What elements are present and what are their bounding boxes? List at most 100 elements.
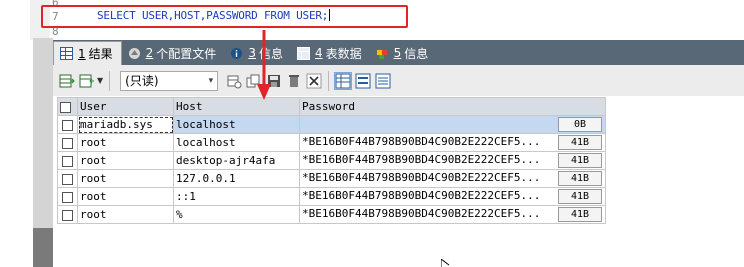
tab-results[interactable]: 1 结果	[53, 41, 122, 65]
cell-host[interactable]: ::1	[173, 187, 300, 206]
tab-number: 1	[78, 46, 86, 61]
table-row[interactable]: mariadb.sys localhost 0B	[57, 115, 606, 134]
mouse-cursor-icon	[441, 259, 450, 267]
delete-row-button[interactable]	[285, 72, 303, 90]
toolbar-separator	[328, 70, 330, 91]
result-tab-bar: 1 结果 2 个配置文件 3 信息 4 表数据 5 信息	[53, 40, 744, 65]
trash-icon	[289, 74, 300, 87]
tab-label: 结果	[88, 47, 113, 61]
cell-password[interactable]: *BE16B0F44B798B90BD4C90B2E222CEF5... 41B	[299, 187, 606, 206]
checkbox[interactable]	[62, 209, 73, 221]
export-button[interactable]	[58, 72, 76, 90]
password-value: *BE16B0F44B798B90BD4C90B2E222CEF5...	[302, 206, 541, 220]
grid-icon	[60, 47, 73, 60]
password-value: *BE16B0F44B798B90BD4C90B2E222CEF5...	[302, 188, 541, 202]
chevron-down-icon[interactable]: ▼	[97, 76, 103, 85]
cell-host[interactable]: desktop-ajr4afa	[173, 151, 300, 170]
row-checkbox-cell[interactable]	[57, 151, 78, 170]
close-icon	[306, 73, 322, 88]
import-icon	[79, 74, 94, 87]
cell-password[interactable]: *BE16B0F44B798B90BD4C90B2E222CEF5... 41B	[299, 133, 606, 152]
left-panel-edge-dark	[33, 228, 53, 267]
insert-row-button[interactable]	[225, 72, 243, 90]
cell-password[interactable]: *BE16B0F44B798B90BD4C90B2E222CEF5... 41B	[299, 151, 606, 170]
grid-view-icon	[335, 73, 351, 88]
password-value: *BE16B0F44B798B90BD4C90B2E222CEF5...	[302, 152, 541, 166]
cell-user[interactable]: root	[77, 151, 174, 170]
row-checkbox-cell[interactable]	[57, 187, 78, 206]
table-row[interactable]: root localhost *BE16B0F44B798B90BD4C90B2…	[57, 133, 606, 152]
text-view-button[interactable]	[374, 72, 392, 90]
password-value: *BE16B0F44B798B90BD4C90B2E222CEF5...	[302, 134, 541, 148]
tab-table-data[interactable]: 4 表数据	[291, 41, 370, 65]
cell-user[interactable]: mariadb.sys	[77, 115, 174, 134]
header-row: User Host Password	[57, 97, 606, 116]
size-badge[interactable]: 41B	[558, 153, 602, 168]
form-view-icon	[355, 73, 371, 88]
grid-view-button[interactable]	[334, 71, 353, 90]
cell-user[interactable]: root	[77, 187, 174, 206]
tab-profile[interactable]: 2 个配置文件	[122, 41, 225, 65]
checkbox[interactable]	[62, 155, 73, 167]
select-all-checkbox-cell[interactable]	[57, 97, 78, 116]
result-grid: User Host Password mariadb.sys localhost…	[53, 96, 744, 267]
insert-row-icon	[227, 75, 242, 88]
table-icon	[296, 46, 310, 60]
size-badge[interactable]: 41B	[558, 135, 602, 150]
result-table: User Host Password mariadb.sys localhost…	[57, 97, 606, 224]
table-row[interactable]: root 127.0.0.1 *BE16B0F44B798B90BD4C90B2…	[57, 169, 606, 188]
table-row[interactable]: root ::1 *BE16B0F44B798B90BD4C90B2E222CE…	[57, 187, 606, 206]
row-checkbox-cell[interactable]	[57, 133, 78, 152]
checkbox[interactable]	[62, 173, 73, 185]
size-badge[interactable]: 41B	[558, 171, 602, 186]
column-header-password[interactable]: Password	[299, 97, 606, 116]
cell-password[interactable]: *BE16B0F44B798B90BD4C90B2E222CEF5... 41B	[299, 169, 606, 188]
tab-label: 信息	[404, 46, 429, 61]
cell-user[interactable]: root	[77, 205, 174, 224]
tab-label: 表数据	[325, 46, 362, 61]
size-badge[interactable]: 41B	[558, 189, 602, 204]
cell-host[interactable]: %	[173, 205, 300, 224]
column-header-host[interactable]: Host	[173, 97, 300, 116]
column-header-user[interactable]: User	[77, 97, 174, 116]
checkbox[interactable]	[62, 119, 73, 131]
cancel-changes-button[interactable]	[305, 72, 323, 90]
checkbox[interactable]	[60, 101, 71, 113]
info-puzzle-icon	[376, 49, 387, 59]
size-badge[interactable]: 0B	[558, 117, 602, 132]
tab-info[interactable]: 5 信息	[370, 41, 437, 65]
cell-password[interactable]: *BE16B0F44B798B90BD4C90B2E222CEF5... 41B	[299, 205, 606, 224]
cell-password[interactable]: 0B	[299, 115, 606, 134]
cell-user[interactable]: root	[77, 133, 174, 152]
profile-icon	[128, 47, 140, 59]
tab-number: 5	[393, 46, 402, 60]
size-badge[interactable]: 41B	[558, 207, 602, 222]
form-view-button[interactable]	[354, 72, 372, 90]
checkbox[interactable]	[62, 137, 73, 149]
table-row[interactable]: root desktop-ajr4afa *BE16B0F44B798B90BD…	[57, 151, 606, 170]
toolbar-separator	[109, 70, 111, 91]
export-icon	[59, 74, 75, 87]
info-icon	[231, 47, 243, 59]
text-view-icon	[375, 73, 391, 88]
chevron-down-icon: ▾	[208, 75, 214, 86]
cell-user[interactable]: root	[77, 169, 174, 188]
cell-host[interactable]: localhost	[173, 115, 300, 134]
cell-host[interactable]: localhost	[173, 133, 300, 152]
row-checkbox-cell[interactable]	[57, 205, 78, 224]
cell-host[interactable]: 127.0.0.1	[173, 169, 300, 188]
highlight-box	[41, 5, 408, 28]
tab-number: 2	[145, 46, 154, 60]
query-result-window: 6 7 8 SELECT USER,HOST,PASSWORD FROM USE…	[0, 0, 744, 267]
table-row[interactable]: root % *BE16B0F44B798B90BD4C90B2E222CEF5…	[57, 205, 606, 224]
password-value: *BE16B0F44B798B90BD4C90B2E222CEF5...	[302, 170, 541, 184]
checkbox[interactable]	[62, 191, 73, 203]
annotation-arrow-icon	[257, 30, 271, 100]
row-checkbox-cell[interactable]	[57, 169, 78, 188]
tab-label: 个配置文件	[156, 46, 217, 61]
readonly-mode-select[interactable]: (只读) ▾	[120, 70, 219, 91]
tab-number: 4	[314, 46, 323, 60]
row-checkbox-cell[interactable]	[57, 115, 78, 134]
import-button[interactable]	[78, 72, 96, 90]
result-toolbar: ▼ (只读) ▾	[53, 65, 744, 96]
